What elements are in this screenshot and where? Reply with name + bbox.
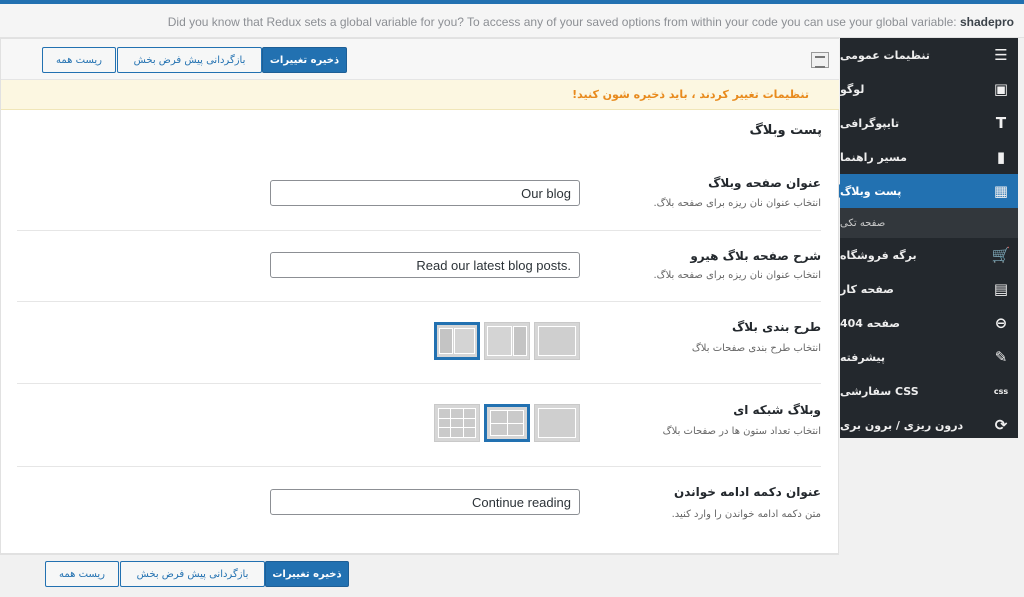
bottom-action-bar: ریست همه بازگردانی پیش فرض بخش ذخیره تغی… [0, 554, 839, 592]
field-blog-hero: شرح صفحه بلاگ هیرو انتخاب عنوان نان ریزه… [17, 231, 821, 302]
bookmark-icon: ▮ [996, 148, 1006, 166]
layout-option-full-width[interactable] [534, 322, 580, 360]
field-description: متن دکمه ادامه خواندن را وارد کنید. [671, 509, 821, 520]
sidebar-item-404[interactable]: ⊖ صفحه 404 [840, 306, 1018, 340]
sidebar-item-label: صفحه 404 [840, 316, 900, 330]
field-blog-grid: وبلاگ شبکه ای انتخاب تعداد ستون ها در صف… [17, 384, 821, 467]
sidebar-item-label: درون ریزی / برون بری [840, 418, 964, 432]
sidebar-item-label: پیشرفته [840, 350, 886, 364]
css-icon: css [993, 386, 1009, 396]
sidebar-subitem-single-page[interactable]: صفحه تکی [840, 208, 1018, 238]
layout-option-right-sidebar[interactable] [484, 322, 530, 360]
sidebar-item-label: صفحه کار [840, 282, 894, 296]
sidebar-item-label: پست وبلاگ [840, 184, 902, 198]
sidebar-item-logo[interactable]: ▣ لوگو [840, 72, 1018, 106]
briefcase-icon: ▤ [993, 280, 1009, 298]
sidebar-item-custom-css[interactable]: css CSS سفارشی [840, 374, 1018, 408]
layout-picker [434, 322, 580, 360]
sidebar-subitem-label: صفحه تکی [840, 217, 886, 229]
notice-text: Did you know that Redux sets a global va… [167, 15, 957, 29]
options-panel: ریست همه بازگردانی پیش فرض بخش ذخیره تغی… [0, 38, 839, 554]
grid-preview [490, 410, 524, 436]
sidebar-item-advanced[interactable]: ✎ پیشرفته [840, 340, 1018, 374]
field-label: طرح بندی بلاگ [731, 320, 821, 334]
reset-all-button[interactable]: ریست همه [42, 47, 116, 73]
sidebar-item-label: تایپوگرافی [840, 116, 900, 130]
grid-option-2-columns[interactable] [484, 404, 530, 442]
field-label: وبلاگ شبکه ای [733, 403, 821, 417]
sidebar-item-typography[interactable]: T تایپوگرافی [840, 106, 1018, 140]
sidebar-item-label: مسیر راهنما [840, 150, 907, 164]
redux-notice: Did you know that Redux sets a global va… [0, 4, 1024, 38]
sidebar-item-general[interactable]: ☰ تنظیمات عمومی [840, 38, 1018, 72]
sidebar-item-label: CSS سفارشی [840, 384, 919, 398]
reset-section-button[interactable]: بازگردانی پیش فرض بخش [117, 47, 262, 73]
field-description: انتخاب عنوان نان ریزه برای صفحه بلاگ. [653, 270, 821, 281]
grid-column-picker [434, 404, 580, 442]
sidebar-item-portfolio[interactable]: ▤ صفحه کار [840, 272, 1018, 306]
field-label: عنوان دکمه ادامه خواندن [673, 485, 821, 499]
refresh-icon: ⟳ [994, 416, 1008, 434]
sidebar-item-shop[interactable]: 🛒 برگه فروشگاه [840, 238, 1018, 272]
options-sidebar: ☰ تنظیمات عمومی ▣ لوگو T تایپوگرافی ▮ مسیر ر… [832, 38, 1018, 438]
edit-icon: ✎ [994, 348, 1008, 366]
layout-sidebar-pane [513, 326, 527, 356]
field-label: عنوان صفحه وبلاگ [708, 176, 821, 190]
image-check-icon: ▣ [993, 80, 1009, 98]
save-changes-button[interactable]: ذخیره تغییرات [265, 561, 349, 587]
section-title: پست وبلاگ [749, 123, 822, 138]
top-action-bar: ریست همه بازگردانی پیش فرض بخش ذخیره تغی… [1, 39, 839, 80]
layout-sidebar-pane [439, 328, 453, 354]
sidebar-item-label: لوگو [840, 82, 865, 96]
layout-content-pane [487, 326, 512, 356]
sidebar-item-blog-post[interactable]: ▦ پست وبلاگ [832, 174, 1018, 208]
unsaved-changes-warning: تنظیمات تغییر کردند ، باید ذخیره شون کنی… [1, 80, 839, 110]
sliders-icon: ☰ [994, 46, 1008, 64]
sidebar-item-label: تنظیمات عمومی [840, 48, 930, 62]
read-more-input[interactable] [270, 489, 580, 515]
reset-section-button[interactable]: بازگردانی پیش فرض بخش [120, 561, 265, 587]
block-icon: ⊖ [994, 314, 1008, 332]
grid-option-1-column[interactable] [534, 404, 580, 442]
save-changes-button[interactable]: ذخیره تغییرات [262, 47, 347, 73]
field-description: انتخاب عنوان نان ریزه برای صفحه بلاگ. [653, 198, 821, 209]
grid-preview [538, 408, 576, 438]
cart-icon: 🛒 [991, 246, 1011, 264]
grid-preview [438, 408, 476, 438]
field-description: انتخاب طرح بندی صفحات بلاگ [691, 343, 821, 354]
blog-title-input[interactable] [270, 180, 580, 206]
field-description: انتخاب تعداد ستون ها در صفحات بلاگ [662, 426, 821, 437]
notice-variable: shadepro [959, 15, 1014, 29]
layout-option-left-sidebar[interactable] [434, 322, 480, 360]
field-blog-layout: طرح بندی بلاگ انتخاب طرح بندی صفحات بلاگ [17, 302, 821, 384]
sidebar-item-label: برگه فروشگاه [840, 248, 917, 262]
layout-content-pane [454, 328, 475, 354]
sidebar-item-breadcrumb[interactable]: ▮ مسیر راهنما [840, 140, 1018, 174]
field-read-more: عنوان دکمه ادامه خواندن متن دکمه ادامه خ… [17, 467, 821, 554]
grid-icon: ▦ [993, 182, 1009, 200]
expand-toggle-icon[interactable] [811, 52, 829, 68]
field-blog-title: عنوان صفحه وبلاگ انتخاب عنوان نان ریزه ب… [17, 160, 821, 231]
reset-all-button[interactable]: ریست همه [45, 561, 119, 587]
grid-option-3-columns[interactable] [434, 404, 480, 442]
layout-content-pane [538, 326, 576, 356]
sidebar-item-import-export[interactable]: ⟳ درون ریزی / برون بری [840, 408, 1018, 442]
field-label: شرح صفحه بلاگ هیرو [690, 249, 821, 263]
blog-hero-input[interactable] [270, 252, 580, 278]
typography-icon: T [995, 114, 1007, 132]
